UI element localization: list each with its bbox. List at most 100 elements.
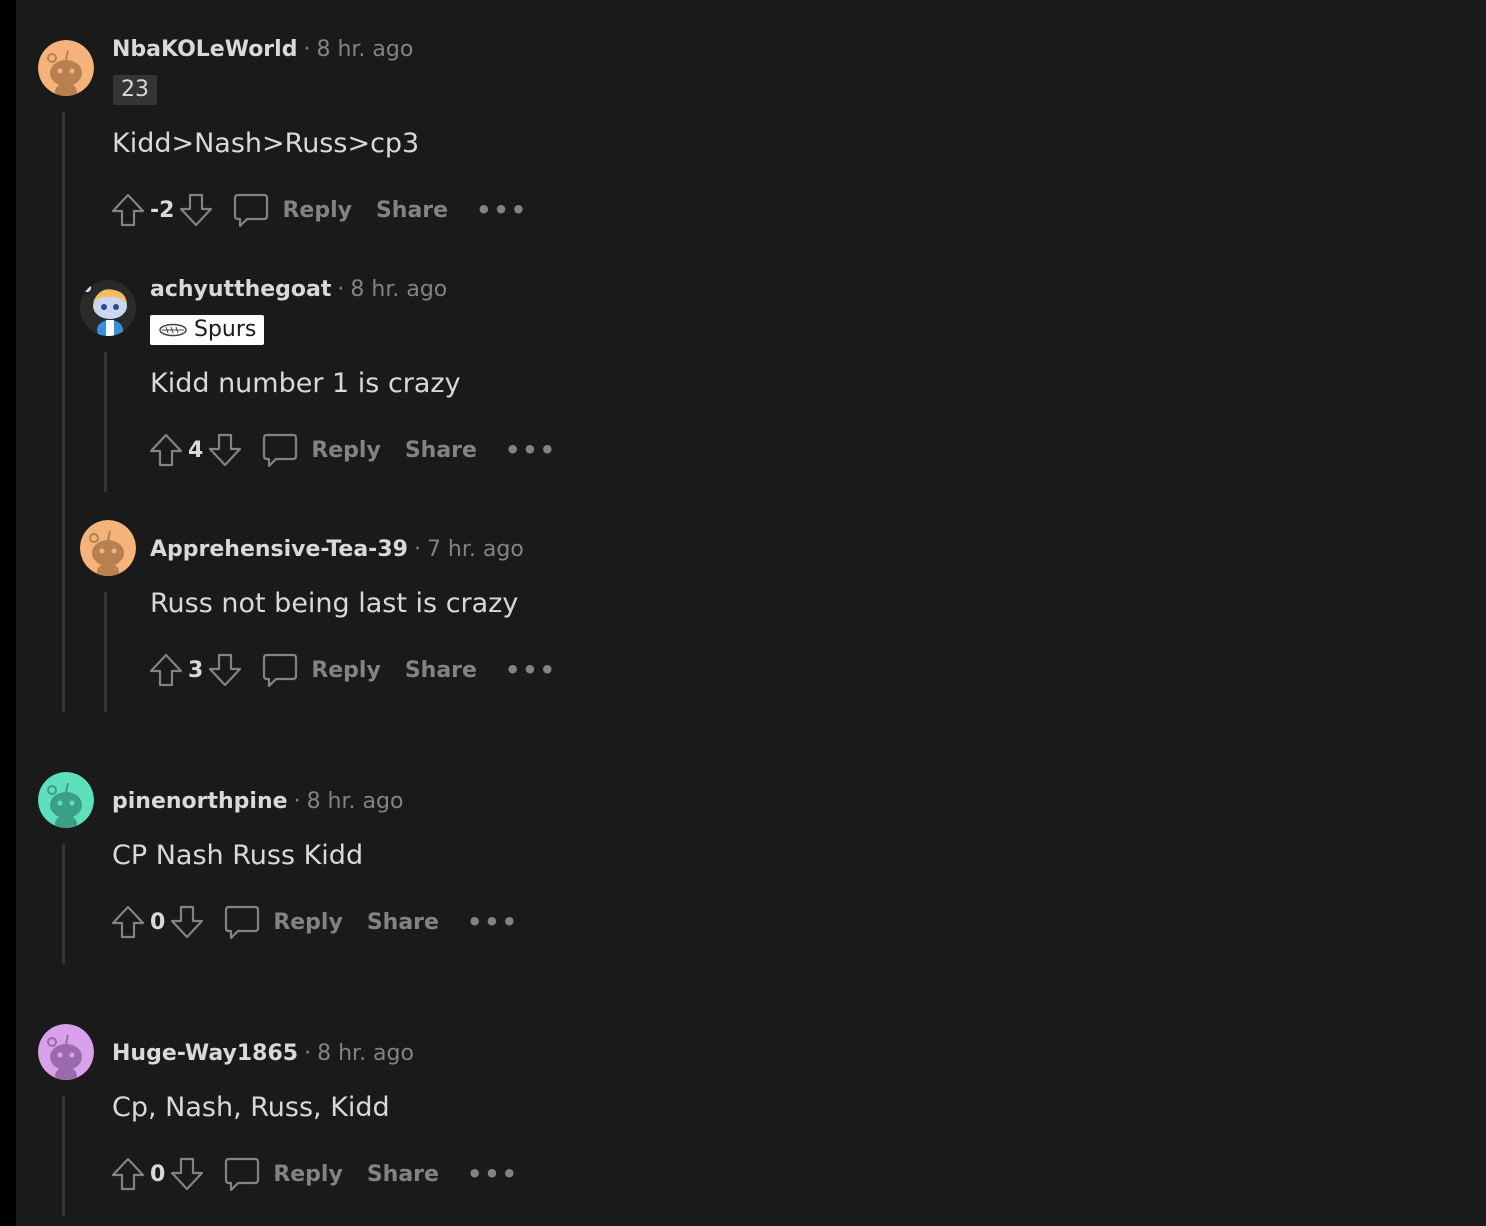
meta-separator: · <box>337 277 345 302</box>
share-button[interactable]: Share <box>367 910 439 935</box>
meta-separator: · <box>303 37 311 62</box>
comment-actions: 0 Reply Share ••• <box>108 902 519 942</box>
vote-score: 3 <box>188 657 204 683</box>
arrow-down-icon <box>209 653 242 687</box>
reply-button[interactable]: Reply <box>223 1155 343 1193</box>
snoo-avatar-icon <box>80 520 136 576</box>
reply-button[interactable]: Reply <box>223 903 343 941</box>
reply-button[interactable]: Reply <box>261 431 381 469</box>
share-button[interactable]: Share <box>405 658 477 683</box>
meta-separator: · <box>413 537 421 562</box>
comment-body: Kidd number 1 is crazy <box>150 368 461 399</box>
comment-meta: Huge-Way1865 · 8 hr. ago <box>112 1039 414 1069</box>
more-options-icon[interactable]: ••• <box>467 1160 519 1188</box>
arrow-up-icon <box>149 433 183 467</box>
arrow-down-icon <box>171 905 204 939</box>
thread-line[interactable] <box>104 352 107 492</box>
thread-line[interactable] <box>62 844 65 964</box>
comment-author[interactable]: Apprehensive-Tea-39 <box>150 537 408 562</box>
avatar[interactable] <box>38 1024 94 1080</box>
avatar[interactable] <box>80 520 136 576</box>
thread-line[interactable] <box>62 112 65 712</box>
upvote-button[interactable] <box>108 190 148 230</box>
arrow-down-icon <box>171 1157 204 1191</box>
arrow-down-icon <box>209 433 242 467</box>
comment-timestamp[interactable]: 8 hr. ago <box>317 1041 414 1066</box>
meta-separator: · <box>293 789 301 814</box>
comment-actions: -2 Reply Share ••• <box>108 190 528 230</box>
upvote-button[interactable] <box>108 902 148 942</box>
comment-meta: Apprehensive-Tea-39 · 7 hr. ago <box>150 535 524 565</box>
upvote-button[interactable] <box>146 650 186 690</box>
spurs-logo-icon <box>159 323 187 337</box>
comment-actions: 4 Reply Share ••• <box>146 430 557 470</box>
reply-label: Reply <box>311 657 381 683</box>
comment-author[interactable]: NbaKOLeWorld <box>112 37 297 62</box>
upvote-button[interactable] <box>146 430 186 470</box>
comment-bubble-icon <box>263 653 298 688</box>
user-flair: 23 <box>113 75 157 105</box>
comment-bubble-icon <box>263 433 298 468</box>
comment-body: CP Nash Russ Kidd <box>112 840 364 871</box>
comment-author[interactable]: pinenorthpine <box>112 789 288 814</box>
thread-line[interactable] <box>104 592 107 712</box>
downvote-button[interactable] <box>205 430 245 470</box>
meta-separator: · <box>304 1041 312 1066</box>
arrow-up-icon <box>111 1157 145 1191</box>
vote-score: -2 <box>150 197 175 223</box>
upvote-button[interactable] <box>108 1154 148 1194</box>
more-options-icon[interactable]: ••• <box>476 196 528 224</box>
vote-score: 0 <box>150 1161 166 1187</box>
snoo-avatar-icon <box>38 772 94 828</box>
reply-label: Reply <box>273 909 343 935</box>
reply-label: Reply <box>273 1161 343 1187</box>
downvote-button[interactable] <box>167 902 207 942</box>
comment-timestamp[interactable]: 8 hr. ago <box>350 277 447 302</box>
arrow-up-icon <box>111 193 145 227</box>
snoo-avatar-icon <box>38 40 94 96</box>
avatar[interactable] <box>38 40 94 96</box>
reply-label: Reply <box>282 197 352 223</box>
reply-button[interactable]: Reply <box>261 651 381 689</box>
comment-body: Cp, Nash, Russ, Kidd <box>112 1092 390 1123</box>
comment-body: Russ not being last is crazy <box>150 588 519 619</box>
vote-score: 0 <box>150 909 166 935</box>
downvote-button[interactable] <box>205 650 245 690</box>
share-button[interactable]: Share <box>405 438 477 463</box>
reply-label: Reply <box>311 437 381 463</box>
share-button[interactable]: Share <box>376 198 448 223</box>
arrow-up-icon <box>149 653 183 687</box>
thread-line[interactable] <box>62 1096 65 1216</box>
comment-author[interactable]: Huge-Way1865 <box>112 1041 298 1066</box>
comment-bubble-icon <box>234 193 269 228</box>
comment-bubble-icon <box>225 905 260 940</box>
more-options-icon[interactable]: ••• <box>505 436 557 464</box>
comment-timestamp[interactable]: 8 hr. ago <box>316 37 413 62</box>
comment-timestamp[interactable]: 7 hr. ago <box>427 537 524 562</box>
more-options-icon[interactable]: ••• <box>467 908 519 936</box>
comment-body: Kidd>Nash>Russ>cp3 <box>112 128 420 159</box>
snoo-avatar-icon <box>38 1024 94 1080</box>
vote-score: 4 <box>188 437 204 463</box>
share-button[interactable]: Share <box>367 1162 439 1187</box>
left-edge-strip <box>0 0 16 1226</box>
user-flair: Spurs <box>150 315 265 345</box>
avatar[interactable] <box>80 280 136 336</box>
comment-actions: 3 Reply Share ••• <box>146 650 557 690</box>
reply-button[interactable]: Reply <box>232 191 352 229</box>
comment-timestamp[interactable]: 8 hr. ago <box>307 789 404 814</box>
comment-meta: pinenorthpine · 8 hr. ago <box>112 787 403 817</box>
arrow-down-icon <box>180 193 213 227</box>
comment-bubble-icon <box>225 1157 260 1192</box>
comment-meta: NbaKOLeWorld · 8 hr. ago <box>112 35 413 65</box>
comment-actions: 0 Reply Share ••• <box>108 1154 519 1194</box>
avatar[interactable] <box>38 772 94 828</box>
more-options-icon[interactable]: ••• <box>505 656 557 684</box>
downvote-button[interactable] <box>167 1154 207 1194</box>
flair-label: Spurs <box>194 317 257 342</box>
comment-thread-page: NbaKOLeWorld · 8 hr. ago 23 Kidd>Nash>Russ… <box>0 0 1486 1226</box>
comment-author[interactable]: achyutthegoat <box>150 277 331 302</box>
downvote-button[interactable] <box>176 190 216 230</box>
comment-meta: achyutthegoat · 8 hr. ago <box>150 275 447 305</box>
custom-snoo-avatar-icon <box>80 280 136 336</box>
